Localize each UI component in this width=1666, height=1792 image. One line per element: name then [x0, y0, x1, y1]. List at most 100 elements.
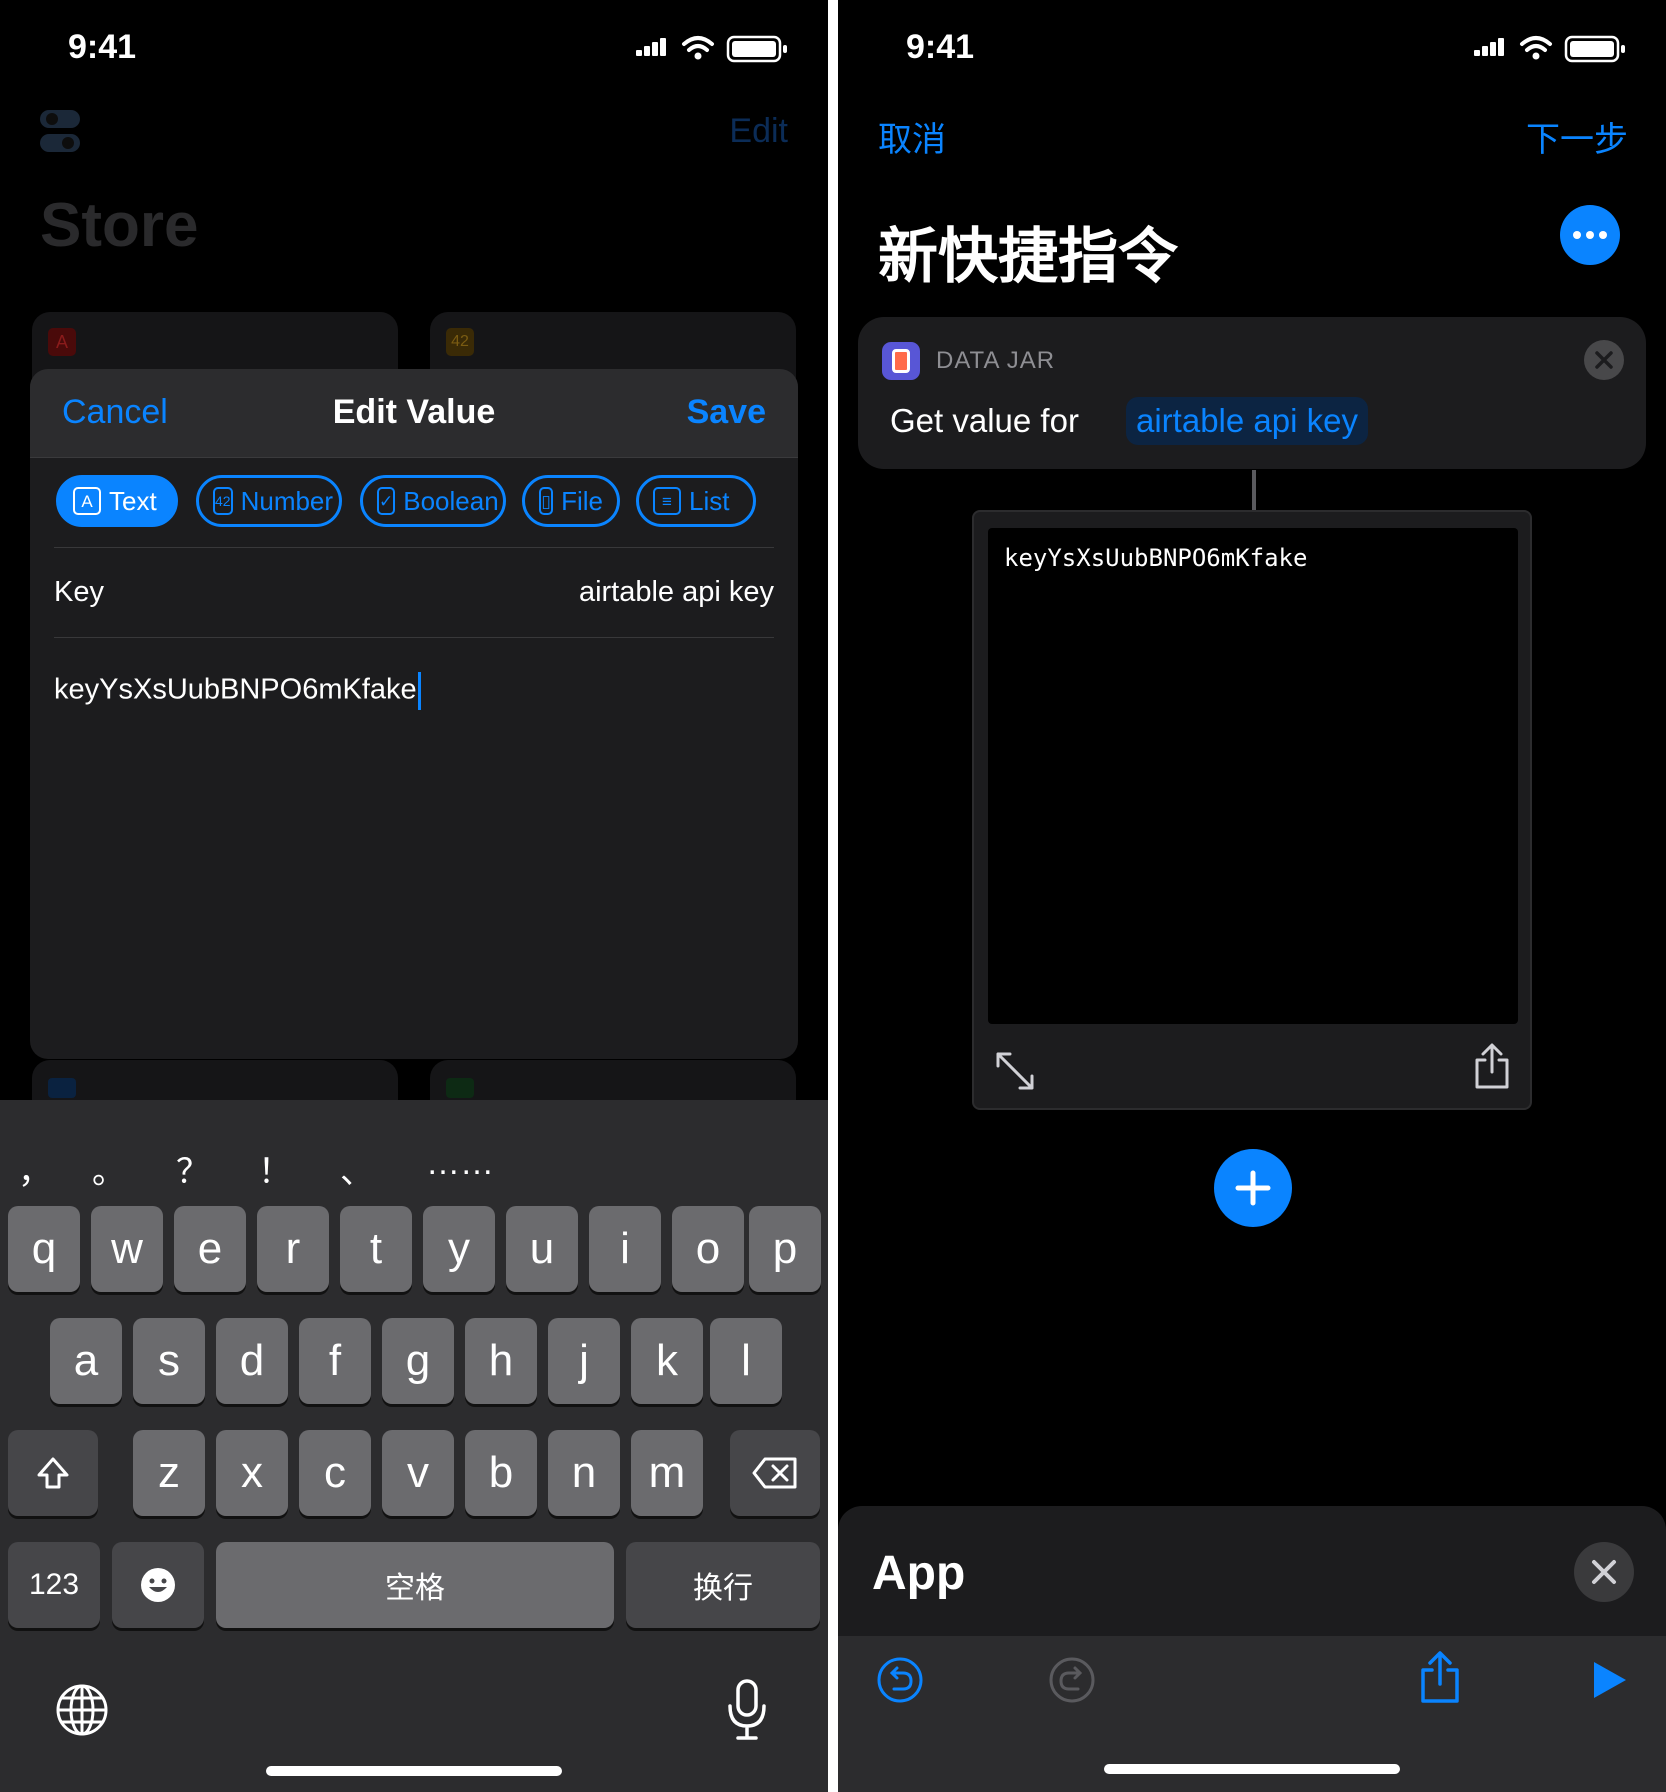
action-description: Get value for	[890, 402, 1079, 439]
key-c[interactable]: c	[299, 1430, 371, 1516]
type-label: Number	[240, 485, 334, 516]
app-search-sheet: App	[838, 1506, 1666, 1792]
close-icon	[1595, 351, 1613, 369]
return-key[interactable]: 换行	[626, 1542, 820, 1628]
delete-key[interactable]	[730, 1430, 820, 1516]
key-m[interactable]: m	[631, 1430, 703, 1516]
key-p[interactable]: p	[749, 1206, 821, 1292]
more-options-button[interactable]	[1560, 205, 1620, 265]
key-s[interactable]: s	[133, 1318, 205, 1404]
key-f[interactable]: f	[299, 1318, 371, 1404]
key-r[interactable]: r	[257, 1206, 329, 1292]
share-icon[interactable]	[1418, 1650, 1462, 1704]
battery-icon	[726, 35, 787, 63]
emoji-key[interactable]	[112, 1542, 204, 1628]
key-label: Key	[54, 576, 104, 608]
expand-icon[interactable]	[994, 1050, 1036, 1092]
text-tag-icon: A	[48, 328, 76, 356]
key-t[interactable]: t	[340, 1206, 412, 1292]
type-list-button[interactable]: ≡ List	[636, 475, 756, 527]
list-type-icon: ≡	[653, 487, 681, 515]
file-type-icon: ▯	[539, 487, 554, 515]
wifi-icon	[682, 36, 714, 52]
candidate-key[interactable]: ……	[426, 1144, 494, 1183]
plus-icon	[1235, 1170, 1271, 1206]
background-edit-link: Edit	[729, 112, 788, 150]
key-o[interactable]: o	[672, 1206, 744, 1292]
sheet-header: Edit Value Cancel Save	[30, 369, 798, 458]
key-q[interactable]: q	[8, 1206, 80, 1292]
key-a[interactable]: a	[50, 1318, 122, 1404]
type-file-button[interactable]: ▯ File	[522, 475, 620, 527]
key-g[interactable]: g	[382, 1318, 454, 1404]
value-text-area[interactable]: keyYsXsUubBNPO6mKfake	[54, 672, 421, 710]
key-w[interactable]: w	[91, 1206, 163, 1292]
value-text: keyYsXsUubBNPO6mKfake	[54, 673, 417, 706]
cellular-icon	[636, 38, 666, 56]
background-store-title: Store	[40, 191, 199, 260]
list-tag-icon	[48, 1078, 76, 1098]
redo-icon[interactable]	[1048, 1656, 1096, 1704]
next-button[interactable]: 下一步	[1526, 112, 1628, 161]
action-app-name: DATA JAR	[936, 347, 1056, 374]
action-card[interactable]: DATA JAR Get value for airtable api key	[858, 317, 1646, 469]
add-action-button[interactable]	[1214, 1149, 1292, 1227]
candidate-key[interactable]: 。	[92, 1144, 126, 1193]
globe-icon[interactable]	[54, 1682, 110, 1738]
data-jar-app-icon	[882, 342, 920, 380]
share-icon[interactable]	[1472, 1042, 1512, 1090]
key-l[interactable]: l	[710, 1318, 782, 1404]
play-icon[interactable]	[1590, 1658, 1630, 1702]
key-y[interactable]: y	[423, 1206, 495, 1292]
candidate-key[interactable]: 、	[340, 1144, 374, 1193]
type-text-button[interactable]: A Text	[56, 475, 178, 527]
status-time: 9:41	[906, 28, 975, 66]
divider	[54, 547, 774, 548]
type-label: File	[561, 485, 603, 516]
microphone-icon[interactable]	[726, 1678, 768, 1742]
result-preview-panel: keyYsXsUubBNPO6mKfake	[972, 510, 1532, 1110]
type-number-button[interactable]: 42 Number	[196, 475, 342, 527]
cancel-button[interactable]: 取消	[878, 112, 946, 161]
number-tag-icon: 42	[446, 328, 474, 356]
save-button[interactable]: Save	[687, 393, 766, 432]
cancel-button[interactable]: Cancel	[62, 393, 168, 432]
key-k[interactable]: k	[631, 1318, 703, 1404]
key-parameter-token[interactable]: airtable api key	[1126, 397, 1368, 445]
shortcut-title[interactable]: 新快捷指令	[878, 208, 1178, 295]
divider	[54, 637, 774, 638]
numbers-key[interactable]: 123	[8, 1542, 100, 1628]
key-x[interactable]: x	[216, 1430, 288, 1516]
key-b[interactable]: b	[465, 1430, 537, 1516]
key-e[interactable]: e	[174, 1206, 246, 1292]
shift-key[interactable]	[8, 1430, 98, 1516]
candidate-key[interactable]: ？	[176, 1144, 210, 1193]
key-value-field[interactable]: airtable api key	[579, 576, 774, 609]
close-icon	[1592, 1560, 1616, 1584]
list-tag-icon	[446, 1078, 474, 1098]
candidate-key[interactable]: ，	[18, 1144, 52, 1193]
text-type-icon: A	[73, 487, 101, 515]
type-boolean-button[interactable]: ✓ Boolean	[360, 475, 506, 527]
undo-icon[interactable]	[876, 1656, 924, 1704]
delete-icon	[752, 1457, 797, 1489]
dot-icon	[1599, 231, 1607, 239]
key-v[interactable]: v	[382, 1430, 454, 1516]
key-j[interactable]: j	[548, 1318, 620, 1404]
key-u[interactable]: u	[506, 1206, 578, 1292]
key-n[interactable]: n	[548, 1430, 620, 1516]
status-icons	[1474, 35, 1625, 63]
candidate-key[interactable]: ！	[258, 1144, 292, 1193]
key-z[interactable]: z	[133, 1430, 205, 1516]
key-h[interactable]: h	[465, 1318, 537, 1404]
key-d[interactable]: d	[216, 1318, 288, 1404]
value-type-selector: A Text 42 Number ✓ Boolean ▯ File ≡ List	[56, 475, 798, 529]
key-i[interactable]: i	[589, 1206, 661, 1292]
status-time: 9:41	[68, 28, 137, 66]
close-sheet-button[interactable]	[1574, 1542, 1634, 1602]
shift-icon	[37, 1457, 69, 1489]
remove-action-button[interactable]	[1584, 340, 1624, 380]
dot-icon	[1586, 231, 1594, 239]
space-key[interactable]: 空格	[216, 1542, 614, 1628]
sheet-title: App	[872, 1547, 966, 1600]
